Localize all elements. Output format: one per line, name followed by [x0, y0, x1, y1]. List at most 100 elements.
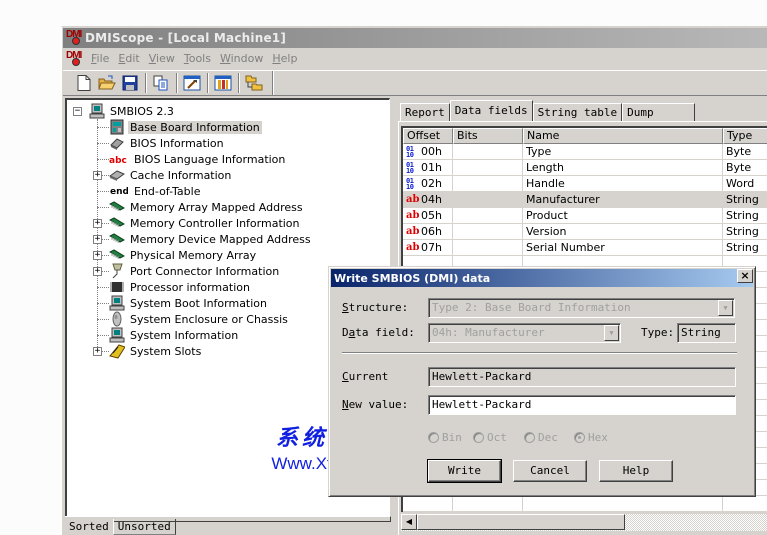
save-button[interactable]	[119, 72, 141, 94]
open-button[interactable]	[96, 72, 118, 94]
dialog-title-bar[interactable]: Write SMBIOS (DMI) data	[331, 269, 753, 287]
tab-report[interactable]: Report	[400, 103, 450, 121]
column-header-name[interactable]: Name	[523, 128, 723, 144]
tree-item[interactable]: System Slots	[109, 343, 203, 359]
dialog-close-button[interactable]: ×	[737, 269, 753, 283]
tree-item[interactable]: Cache Information	[109, 167, 233, 183]
collapse-icon[interactable]: −	[73, 107, 82, 116]
write-button[interactable]: Write	[427, 459, 502, 483]
bios-chip-icon	[109, 135, 125, 151]
menu-window[interactable]: Window	[220, 52, 263, 65]
radio-oct[interactable]: Oct	[473, 431, 507, 444]
column-header-offset[interactable]: Offset	[403, 128, 453, 144]
cancel-button[interactable]: Cancel	[513, 460, 587, 482]
column-header-bits[interactable]: Bits	[453, 128, 523, 144]
toolbar-separator	[176, 73, 178, 93]
tree-root-node[interactable]: SMBIOS 2.3	[89, 103, 176, 119]
string-field-icon: ab	[406, 242, 420, 253]
radio-bin-label: Bin	[442, 431, 462, 444]
tree-item-label: Port Connector Information	[130, 264, 280, 278]
cell-type: Word	[723, 176, 767, 192]
menu-edit[interactable]: Edit	[118, 52, 139, 65]
tree-item[interactable]: Port Connector Information	[109, 263, 281, 279]
title-bar[interactable]: DMI DMIScope - [Local Machine1]	[63, 28, 767, 48]
dmi-logo-icon: DMI	[66, 29, 82, 46]
menu-edit-rest: dit	[125, 52, 140, 65]
toolbar	[63, 70, 767, 96]
grid-row[interactable]: ab 05h Product String	[403, 208, 767, 224]
tree-item[interactable]: Memory Device Mapped Address	[109, 231, 313, 247]
scroll-left-arrow-icon[interactable]: ◀	[401, 514, 417, 530]
processor-icon	[109, 279, 125, 295]
tree-item[interactable]: end End-of-Table	[109, 183, 202, 199]
grid-horizontal-scrollbar[interactable]: ◀	[401, 514, 767, 531]
radio-hex[interactable]: Hex	[574, 431, 608, 444]
tree-connector-line	[97, 287, 109, 288]
help-button[interactable]: Help	[599, 460, 673, 482]
tree-item[interactable]: System Boot Information	[109, 295, 269, 311]
grid-row[interactable]: 01 10 01h Length Byte	[403, 160, 767, 176]
dmi-system-menu-icon[interactable]: DMI	[66, 50, 82, 67]
end-marker-icon: end	[109, 183, 129, 199]
tab-data-fields[interactable]: Data fields	[449, 100, 533, 121]
cell-type: String	[723, 240, 767, 256]
scrollbar-thumb[interactable]	[417, 514, 625, 530]
tab-dump[interactable]: Dump	[622, 103, 695, 121]
tree-item[interactable]: Memory Array Mapped Address	[109, 199, 305, 215]
tree-item[interactable]: System Enclosure or Chassis	[109, 311, 290, 327]
tab-string-table[interactable]: String table	[532, 103, 623, 121]
tab-unsorted[interactable]: Unsorted	[112, 519, 176, 535]
new-value-input[interactable]: Hewlett-Packard	[428, 395, 736, 415]
structure-label-rest: tructure:	[348, 301, 409, 314]
expand-icon[interactable]: +	[93, 347, 102, 356]
tab-sorted[interactable]: Sorted	[65, 519, 113, 535]
radio-bin[interactable]: Bin	[428, 431, 462, 444]
new-value-label-rest: ew value:	[348, 398, 409, 411]
radio-dec[interactable]: Dec	[524, 431, 558, 444]
write-dmi-button[interactable]	[181, 72, 203, 94]
expand-icon[interactable]: +	[93, 235, 102, 244]
chevron-down-icon[interactable]: ▼	[718, 300, 733, 316]
expand-icon[interactable]: +	[93, 219, 102, 228]
grid-row[interactable]: 01 10 00h Type Byte	[403, 144, 767, 160]
tree-item[interactable]: Processor information	[109, 279, 252, 295]
tree-item-label: End-of-Table	[134, 184, 201, 198]
menu-tools[interactable]: Tools	[184, 52, 211, 65]
tree-item[interactable]: System Information	[109, 327, 240, 343]
current-label-rest: urrent	[348, 370, 389, 383]
grid-row[interactable]: ab 04h Manufacturer String	[403, 192, 767, 208]
toolbar-separator	[145, 73, 147, 93]
new-button[interactable]	[73, 72, 95, 94]
chevron-down-icon[interactable]: ▼	[604, 325, 619, 341]
menu-help[interactable]: Help	[272, 52, 297, 65]
expand-icon[interactable]: +	[93, 251, 102, 260]
library-button[interactable]	[212, 72, 234, 94]
grid-row[interactable]: ab 07h Serial Number String	[403, 240, 767, 256]
cell-name: Version	[523, 224, 723, 240]
menu-help-rest: elp	[280, 52, 298, 65]
radio-oct-dot	[473, 432, 484, 443]
tree-item[interactable]: BIOS Information	[109, 135, 226, 151]
tree-item[interactable]: abc BIOS Language Information	[109, 151, 287, 167]
tree-item[interactable]: Memory Controller Information	[109, 215, 302, 231]
data-field-dropdown[interactable]: 04h: Manufacturer ▼	[428, 323, 621, 343]
copy-button[interactable]	[150, 72, 172, 94]
memory-module-icon	[109, 231, 125, 247]
cell-bits	[453, 240, 523, 256]
cell-type: Byte	[723, 160, 767, 176]
menu-view[interactable]: View	[149, 52, 175, 65]
menu-file[interactable]: File	[91, 52, 109, 65]
expand-icon[interactable]: +	[93, 267, 102, 276]
menu-bar: DMI File Edit View Tools Window Help	[63, 49, 767, 68]
tree-item[interactable]: Base Board Information	[109, 119, 262, 135]
tree-item-label: Memory Device Mapped Address	[130, 232, 311, 246]
cell-type: String	[723, 192, 767, 208]
tree-item[interactable]: Physical Memory Array	[109, 247, 258, 263]
tree-view-button[interactable]	[243, 72, 265, 94]
expand-icon[interactable]: +	[93, 171, 102, 180]
tree-item-label: Physical Memory Array	[130, 248, 257, 262]
grid-row[interactable]: ab 06h Version String	[403, 224, 767, 240]
grid-row[interactable]: 01 10 02h Handle Word	[403, 176, 767, 192]
column-header-type[interactable]: Type	[723, 128, 767, 144]
structure-dropdown[interactable]: Type 2: Base Board Information ▼	[428, 298, 735, 318]
